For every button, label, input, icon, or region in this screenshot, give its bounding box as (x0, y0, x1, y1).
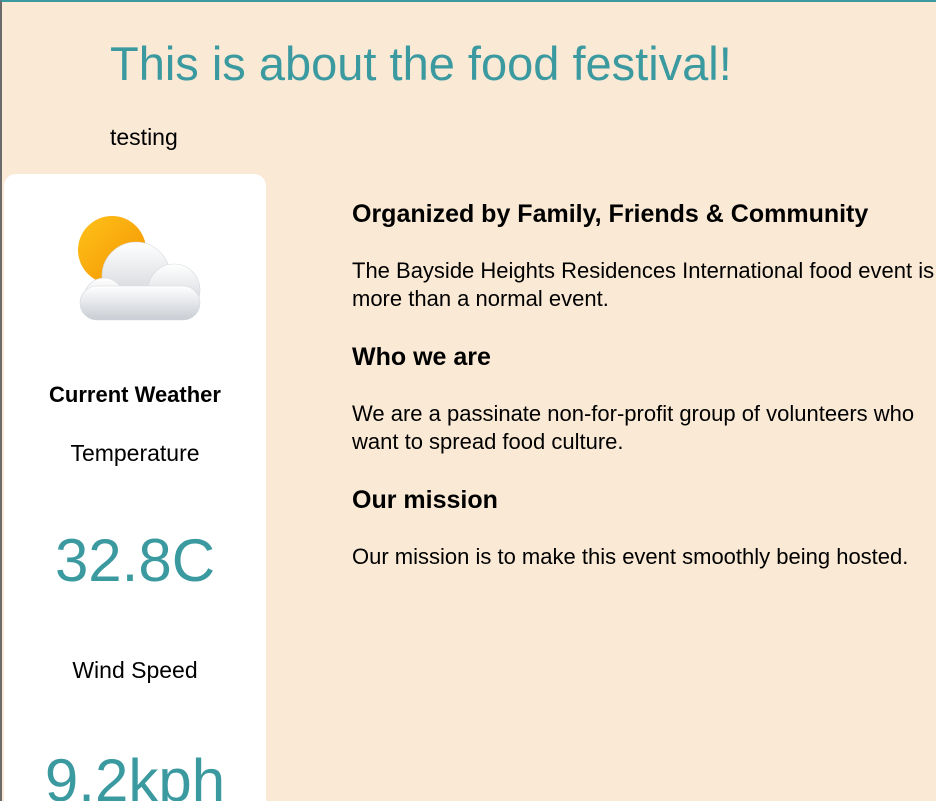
page-subtitle: testing (110, 124, 178, 150)
section-heading-organized: Organized by Family, Friends & Community (352, 200, 869, 228)
wind-speed-value: 9.2kph (44, 747, 226, 801)
section-heading-mission: Our mission (352, 486, 498, 514)
weather-heading: Current Weather (49, 382, 221, 407)
wind-speed-label: Wind Speed (72, 657, 198, 683)
page-title: This is about the food festival! (110, 37, 732, 90)
section-heading-who-we-are: Who we are (352, 343, 491, 371)
temperature-value: 32.8C (54, 527, 216, 594)
section-body-mission: Our mission is to make this event smooth… (352, 544, 909, 569)
page-frame: This is about the food festival! testing (0, 0, 936, 801)
content-section: Organized by Family, Friends & Community… (352, 200, 936, 571)
partly-cloudy-icon (78, 216, 201, 321)
section-body-organized: The Bayside Heights Residences Internati… (352, 258, 935, 311)
temperature-label: Temperature (70, 440, 200, 466)
section-body-who-we-are: We are a passinate non-for-profit group … (352, 401, 915, 454)
weather-card: Current Weather Temperature 32.8C Wind S… (4, 174, 266, 801)
